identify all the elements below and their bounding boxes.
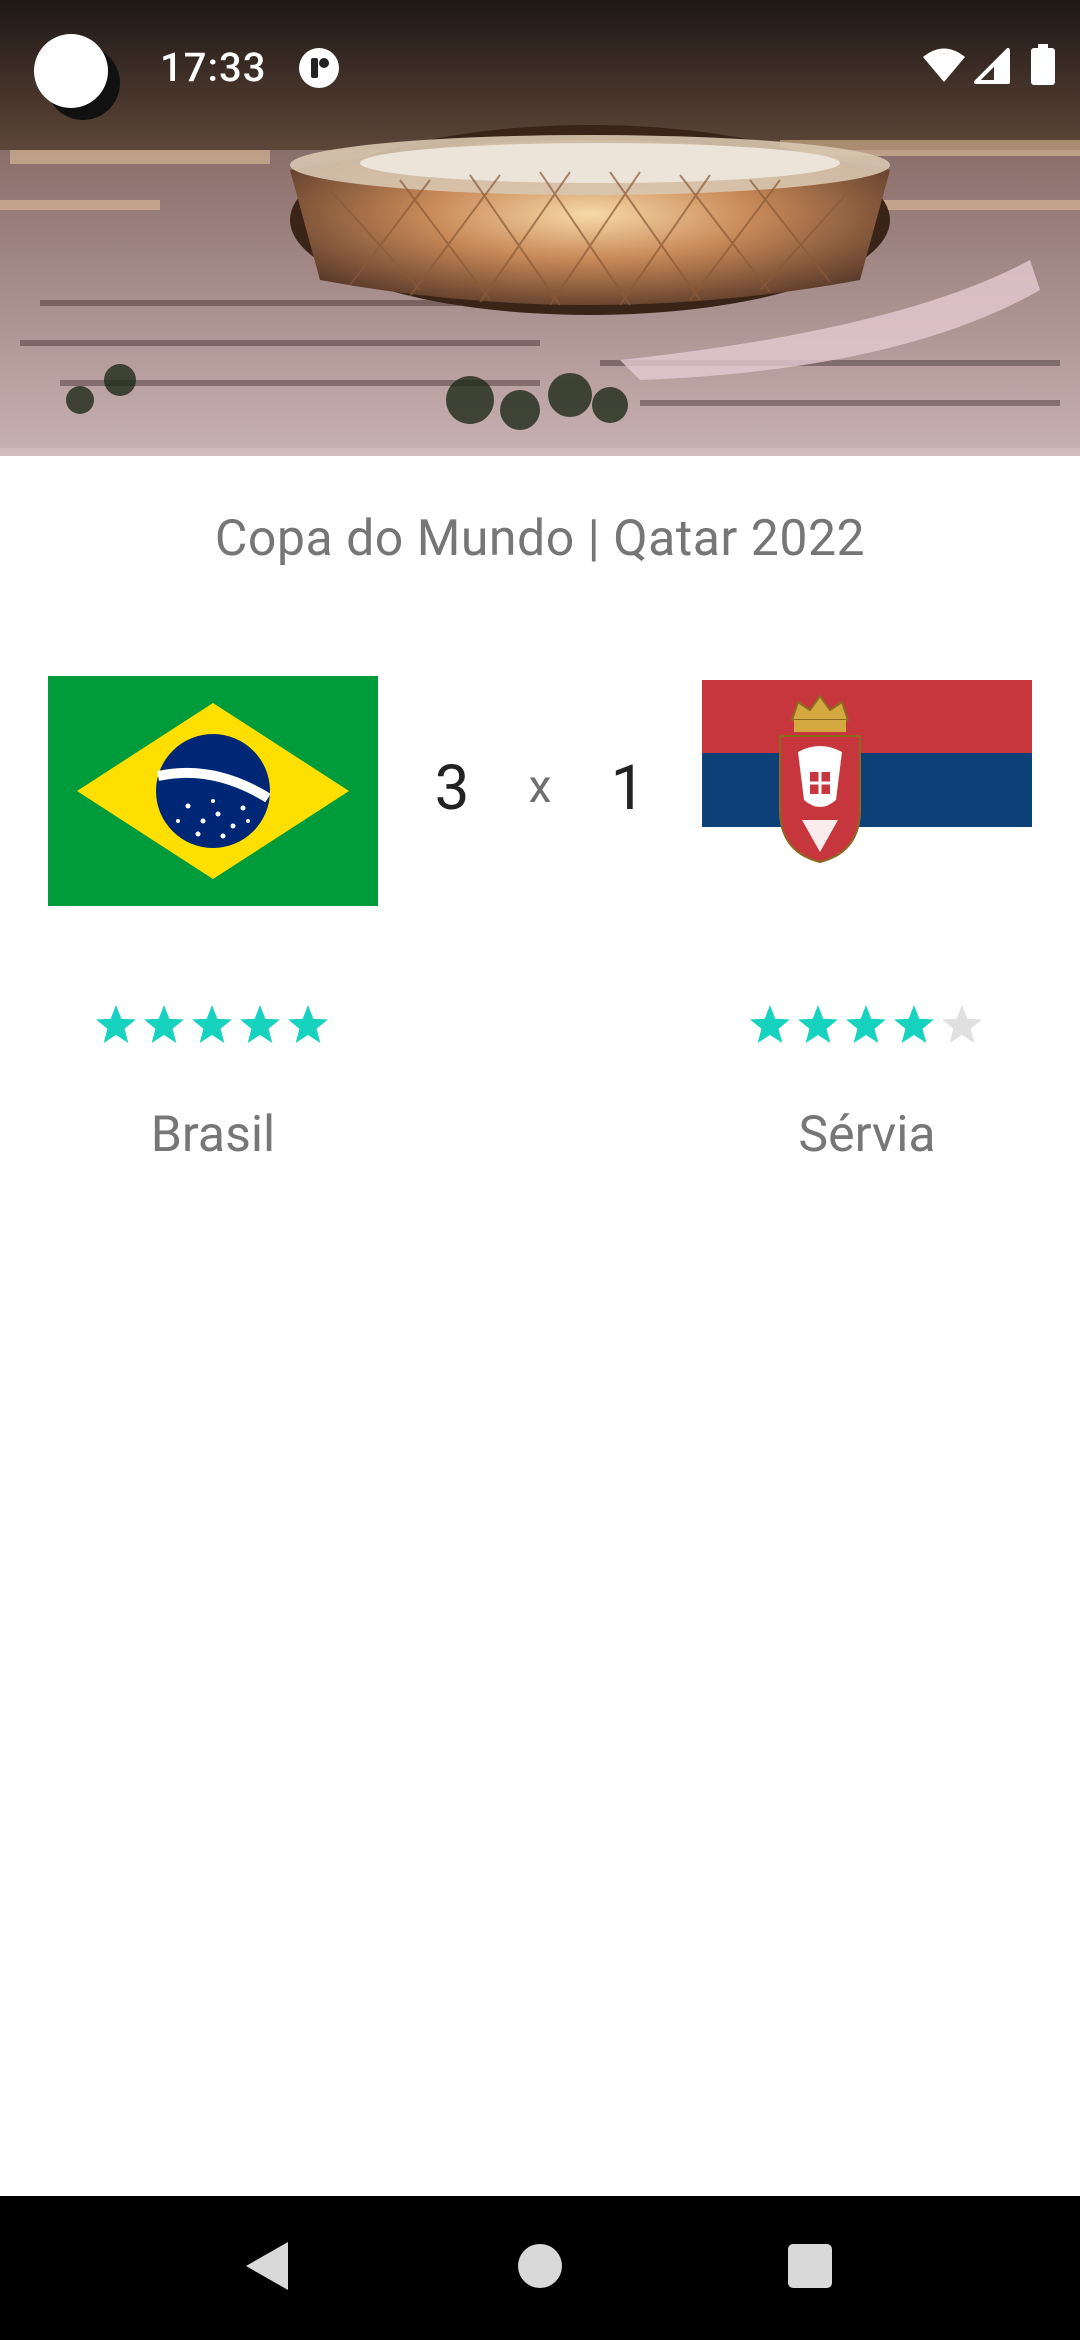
star-filled-icon: [96, 1005, 136, 1043]
star-filled-icon: [798, 1005, 838, 1043]
wifi-icon: [923, 48, 965, 82]
nav-home-button[interactable]: [510, 2236, 570, 2296]
status-bar: 17:33: [0, 0, 1080, 132]
brazil-flag: [48, 676, 378, 906]
home-team-name: Brasil: [150, 1106, 276, 1164]
away-rating: [748, 1003, 984, 1051]
battery-icon: [1031, 44, 1055, 85]
star-filled-icon: [144, 1005, 184, 1043]
away-score: 1: [610, 752, 646, 825]
notification-app-icon: [299, 48, 339, 88]
star-empty-icon: [942, 1005, 982, 1043]
star-filled-icon: [192, 1005, 232, 1043]
screen: 17:33 Copa do Mundo | Qatar 2022 3 x 1 B…: [0, 0, 1080, 2340]
home-score: 3: [434, 752, 470, 825]
star-filled-icon: [750, 1005, 790, 1043]
navigation-bar: [0, 2196, 1080, 2340]
away-team-name: Sérvia: [798, 1106, 936, 1164]
star-filled-icon: [894, 1005, 934, 1043]
nav-recents-button[interactable]: [780, 2236, 840, 2296]
star-filled-icon: [240, 1005, 280, 1043]
star-filled-icon: [846, 1005, 886, 1043]
match-title: Copa do Mundo | Qatar 2022: [214, 510, 866, 568]
star-filled-icon: [288, 1005, 328, 1043]
camera-cutout: [34, 34, 108, 108]
serbia-flag: [702, 680, 1032, 900]
status-time: 17:33: [160, 44, 267, 91]
signal-icon: [974, 48, 1010, 84]
nav-back-button[interactable]: [238, 2236, 298, 2296]
score-separator: x: [528, 760, 552, 814]
home-rating: [94, 1003, 330, 1051]
